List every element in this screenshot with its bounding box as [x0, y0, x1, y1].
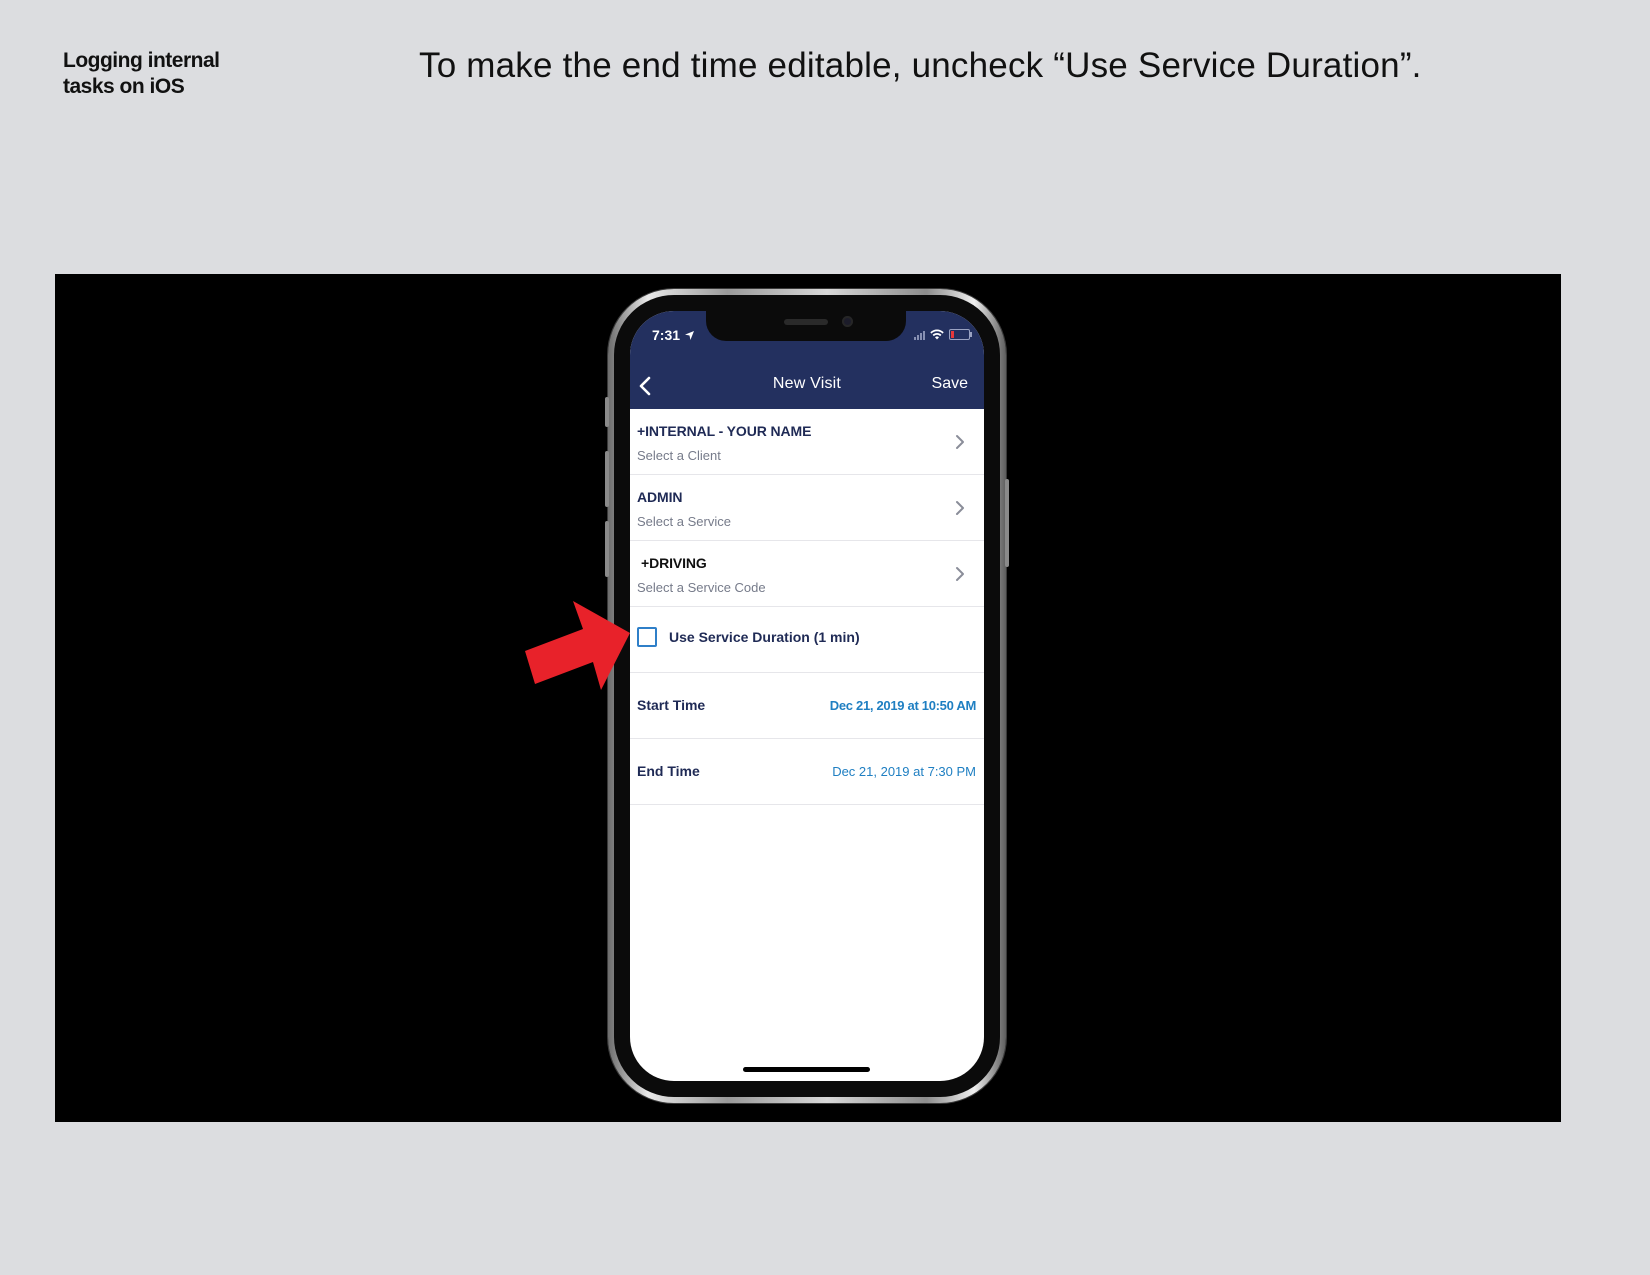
save-button[interactable]: Save: [932, 375, 968, 393]
red-pointer-arrow-icon: [525, 601, 630, 690]
front-camera: [842, 316, 853, 327]
use-service-duration-checkbox[interactable]: [637, 627, 657, 647]
phone-speaker: [784, 319, 828, 325]
phone-frame: 7:31 New Visit Save +INTERNAL - YOUR NAM…: [605, 289, 1009, 1103]
status-time-text: 7:31: [652, 327, 681, 343]
navigation-bar: 7:31 New Visit Save: [630, 311, 984, 409]
service-placeholder: Select a Service: [637, 514, 731, 529]
start-time-label: Start Time: [637, 697, 706, 713]
service-code-value: +DRIVING: [641, 555, 707, 571]
instruction-text: To make the end time editable, uncheck “…: [419, 46, 1422, 85]
document-title: Logging internal tasks on iOS: [63, 48, 283, 100]
service-selector-row[interactable]: ADMIN Select a Service: [630, 475, 984, 541]
battery-low-icon: [949, 329, 972, 340]
home-indicator[interactable]: [743, 1067, 870, 1072]
chevron-right-icon: [956, 435, 964, 449]
phone-power-button: [1005, 479, 1009, 567]
document-title-line-2: tasks on iOS: [63, 75, 185, 98]
start-time-row[interactable]: Start Time Dec 21, 2019 at 10:50 AM: [630, 673, 984, 739]
end-time-value[interactable]: Dec 21, 2019 at 7:30 PM: [832, 764, 976, 779]
document-title-line-1: Logging internal: [63, 49, 220, 72]
use-service-duration-label[interactable]: Use Service Duration (1 min): [669, 629, 860, 645]
client-placeholder: Select a Client: [637, 448, 721, 463]
screenshot-stage: 7:31 New Visit Save +INTERNAL - YOUR NAM…: [55, 274, 1561, 1122]
wifi-icon: [930, 329, 944, 340]
end-time-label: End Time: [637, 763, 700, 779]
client-value: +INTERNAL - YOUR NAME: [637, 423, 812, 439]
chevron-right-icon: [956, 567, 964, 581]
use-service-duration-row[interactable]: Use Service Duration (1 min): [630, 607, 984, 673]
location-arrow-icon: [684, 331, 694, 340]
service-code-selector-row[interactable]: +DRIVING Select a Service Code: [630, 541, 984, 607]
phone-silent-switch: [605, 397, 609, 427]
phone-notch: [706, 311, 906, 341]
phone-screen: 7:31 New Visit Save +INTERNAL - YOUR NAM…: [630, 311, 984, 1081]
status-icons: [914, 329, 972, 340]
service-value: ADMIN: [637, 489, 683, 505]
status-time: 7:31: [652, 327, 694, 343]
client-selector-row[interactable]: +INTERNAL - YOUR NAME Select a Client: [630, 409, 984, 475]
phone-volume-down-button: [605, 521, 609, 577]
cellular-signal-icon: [914, 330, 925, 340]
chevron-right-icon: [956, 501, 964, 515]
service-code-placeholder: Select a Service Code: [637, 580, 766, 595]
start-time-value[interactable]: Dec 21, 2019 at 10:50 AM: [830, 698, 977, 713]
end-time-row[interactable]: End Time Dec 21, 2019 at 7:30 PM: [630, 739, 984, 805]
phone-volume-up-button: [605, 451, 609, 507]
